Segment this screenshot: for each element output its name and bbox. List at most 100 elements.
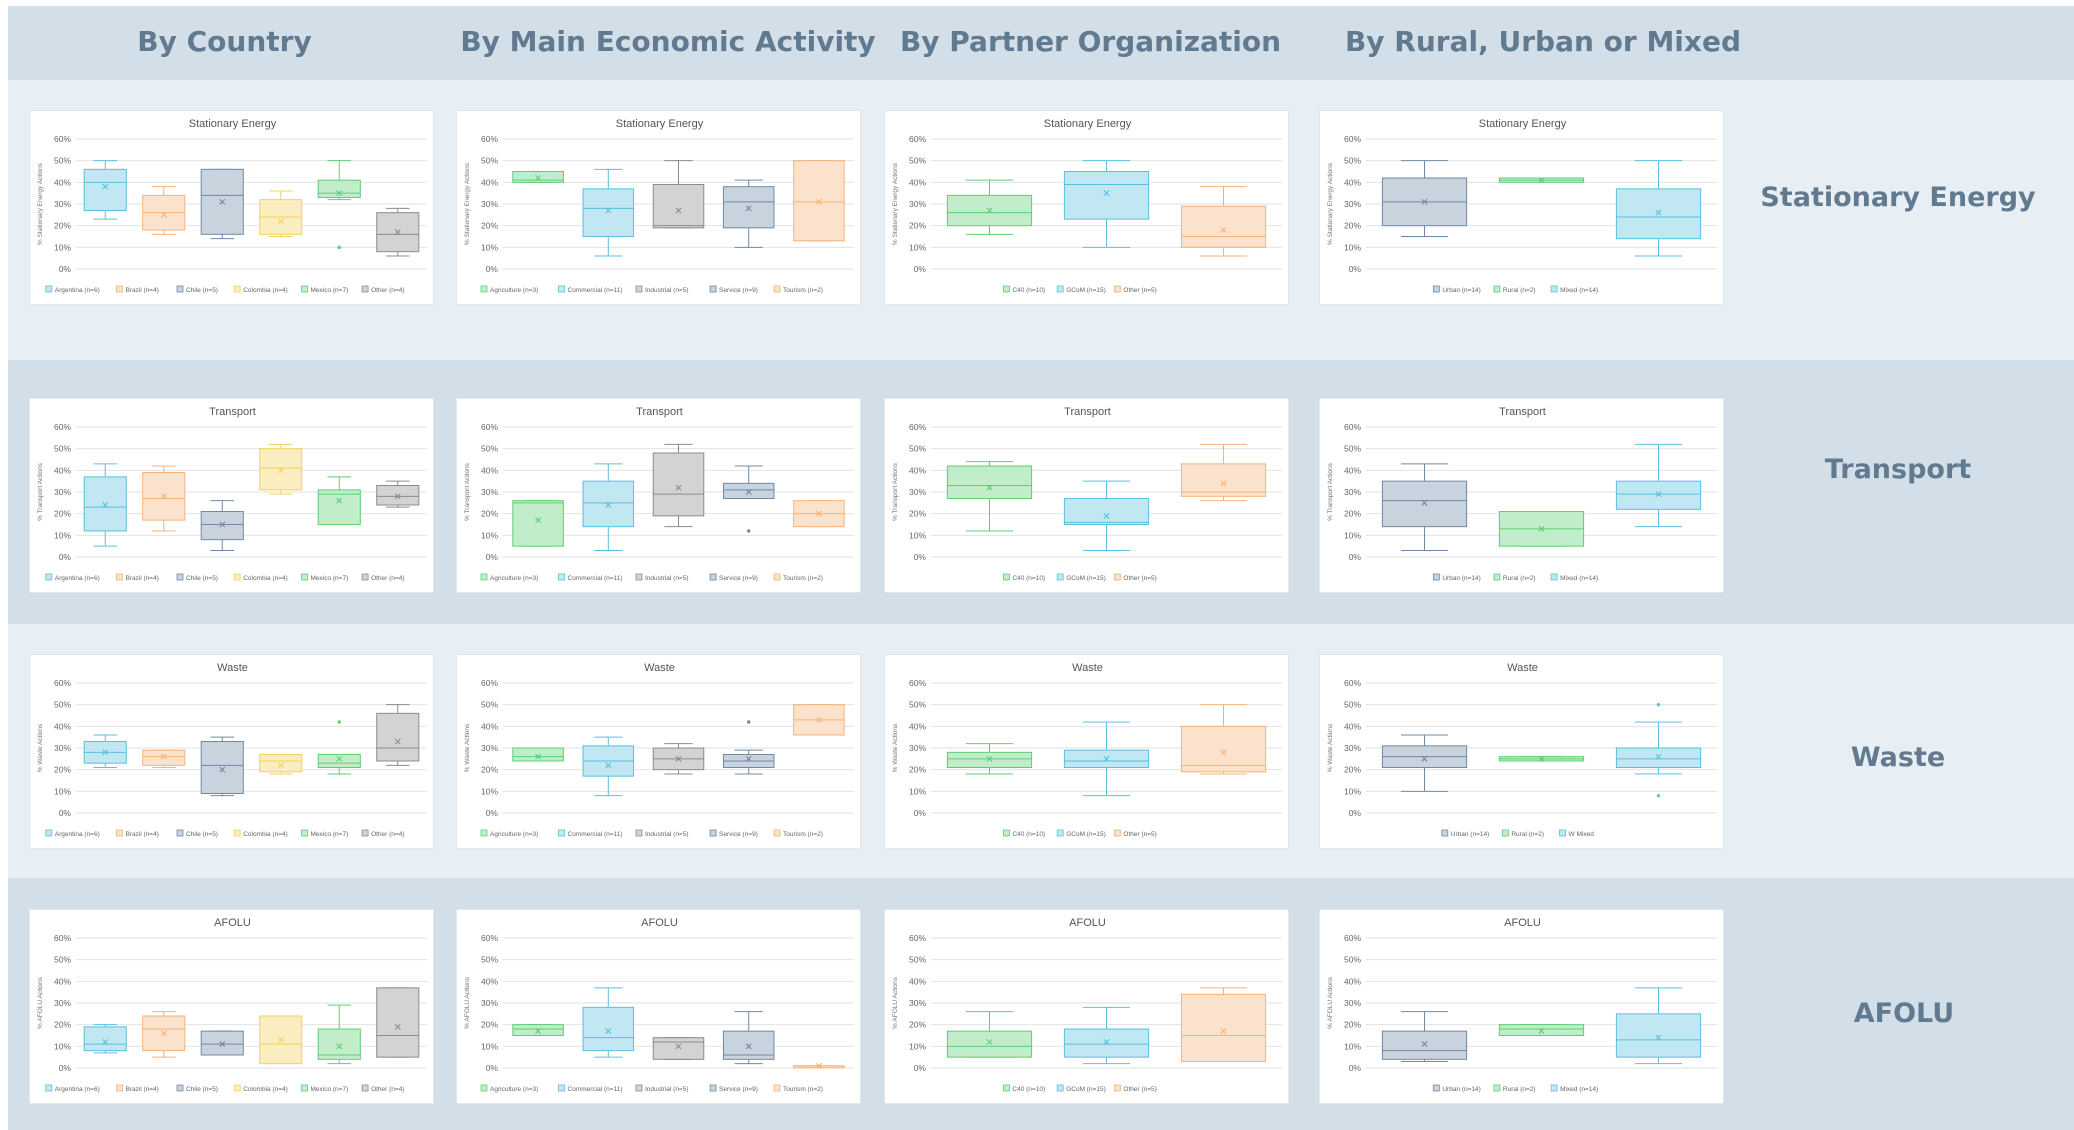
y-tick-label: 20% bbox=[909, 765, 926, 775]
box-iqr bbox=[652, 452, 705, 517]
y-tick-label: 0% bbox=[914, 1063, 927, 1073]
box-4 bbox=[722, 720, 775, 775]
chart-svg: AFOLU 0% 10% 20% 30% 40% 50% 60% % AFOLU Actions… bbox=[892, 917, 1282, 1093]
legend-swatch bbox=[361, 1084, 369, 1092]
legend-swatch bbox=[116, 285, 123, 293]
chart-svg: Stationary Energy 0% 10% 20% 30% 40% 50% 60% % S… bbox=[37, 118, 427, 294]
chart-legend: Urban (n=14) Rural (n=2) Mixed (n=14) bbox=[1432, 573, 1598, 582]
y-axis-label: % AFOLU Actions bbox=[892, 976, 899, 1028]
box-1 bbox=[512, 1024, 564, 1036]
legend-item: Mexico (n=7) bbox=[301, 1084, 349, 1093]
box-1 bbox=[512, 747, 564, 762]
legend-swatch bbox=[558, 573, 565, 581]
y-tick-label: 0% bbox=[486, 552, 499, 562]
legend-swatch bbox=[301, 573, 308, 581]
legend-item: Other (n=5) bbox=[1113, 285, 1157, 294]
box-iqr bbox=[652, 1037, 705, 1060]
row-label-afolu: AFOLU bbox=[1853, 998, 1955, 1029]
legend-label: Argentina (n=6) bbox=[55, 1086, 100, 1093]
legend-item: Rural (n=2) bbox=[1493, 1084, 1536, 1093]
legend-item: Mexico (n=7) bbox=[301, 829, 348, 838]
legend-item: Commercial (n=11) bbox=[558, 573, 623, 582]
y-tick-label: 10% bbox=[481, 786, 498, 796]
box-1 bbox=[1381, 463, 1468, 551]
legend-label: Mexico (n=7) bbox=[311, 1086, 349, 1093]
chart-legend: Argentina (n=6) Brazil (n=4) Chile (n=5) Co… bbox=[45, 573, 404, 582]
legend-item: Urban (n=14) bbox=[1432, 285, 1481, 294]
legend-label: GCoM (n=15) bbox=[1066, 831, 1106, 838]
legend-label: Chile (n=5) bbox=[186, 1086, 218, 1093]
box-iqr bbox=[512, 747, 564, 762]
chart-svg: AFOLU 0% 10% 20% 30% 40% 50% 60% % AFOLU Actions… bbox=[37, 917, 427, 1093]
y-tick-label: 10% bbox=[1344, 530, 1361, 540]
legend-swatch bbox=[1432, 1084, 1440, 1092]
y-tick-label: 50% bbox=[54, 955, 71, 965]
box-5 bbox=[793, 160, 845, 242]
y-tick-label: 30% bbox=[1344, 199, 1361, 209]
y-tick-label: 0% bbox=[486, 1063, 499, 1073]
y-tick-label: 10% bbox=[54, 530, 71, 540]
y-axis-label: % Transport Actions bbox=[892, 462, 899, 521]
chart-tr_partner: Transport 0% 10% 20% 30% 40% 50% 60% % Transport… bbox=[884, 398, 1289, 593]
legend-swatch bbox=[1003, 829, 1010, 837]
legend-swatch bbox=[1432, 285, 1440, 293]
legend-swatch bbox=[45, 573, 53, 581]
box-2 bbox=[1063, 160, 1150, 248]
y-tick-label: 10% bbox=[481, 242, 498, 252]
chart-wa_partner: Waste 0% 10% 20% 30% 40% 50% 60% % Waste Actions… bbox=[884, 654, 1289, 849]
y-tick-label: 10% bbox=[1344, 1041, 1361, 1051]
legend-label: Rural (n=2) bbox=[1503, 287, 1536, 294]
y-tick-label: 30% bbox=[909, 199, 926, 209]
legend-label: W Mixed bbox=[1569, 831, 1595, 838]
outlier-point bbox=[1656, 793, 1661, 798]
legend-item: Chile (n=5) bbox=[176, 285, 218, 294]
y-tick-label: 40% bbox=[1344, 976, 1361, 986]
legend-item: Rural (n=2) bbox=[1501, 829, 1544, 838]
y-tick-label: 40% bbox=[481, 976, 498, 986]
legend-label: Service (n=9) bbox=[719, 287, 758, 294]
y-tick-label: 10% bbox=[1344, 786, 1361, 796]
legend-swatch bbox=[480, 285, 488, 293]
legend-swatch bbox=[233, 573, 241, 581]
legend-item: Industrial (n=5) bbox=[635, 285, 689, 294]
box-iqr bbox=[376, 712, 420, 762]
y-tick-label: 10% bbox=[1344, 242, 1361, 252]
legend-label: Commercial (n=11) bbox=[568, 575, 623, 582]
outlier-point bbox=[747, 720, 751, 724]
legend-item: Colombia (n=4) bbox=[233, 285, 288, 294]
legend-label: Industrial (n=5) bbox=[645, 575, 689, 582]
chart-title: Stationary Energy bbox=[1479, 118, 1567, 130]
y-tick-label: 50% bbox=[909, 955, 926, 965]
chart-title: AFOLU bbox=[1069, 917, 1106, 929]
box-2 bbox=[1498, 1024, 1585, 1036]
legend-label: Tourism (n=2) bbox=[783, 831, 823, 838]
box-3 bbox=[1615, 702, 1702, 798]
box-iqr bbox=[512, 500, 564, 547]
row-label-transport: Transport bbox=[1824, 454, 1972, 485]
y-tick-label: 20% bbox=[1344, 765, 1361, 775]
box-iqr bbox=[200, 1030, 244, 1056]
legend-swatch bbox=[635, 829, 643, 837]
legend-item: Commercial (n=11) bbox=[558, 829, 622, 838]
box-iqr bbox=[200, 741, 244, 794]
legend-item: Agriculture (n=3) bbox=[480, 573, 538, 582]
box-2 bbox=[142, 465, 186, 532]
header-by-partner: By Partner Organization bbox=[899, 25, 1282, 58]
chart-svg: Waste 0% 10% 20% 30% 40% 50% 60% % Waste Actions… bbox=[1327, 662, 1717, 838]
legend-label: Service (n=9) bbox=[719, 831, 758, 838]
y-axis-label: % AFOLU Actions bbox=[37, 976, 44, 1028]
y-tick-label: 40% bbox=[54, 721, 71, 731]
box-3 bbox=[200, 1030, 244, 1056]
legend-item: GCoM (n=15) bbox=[1056, 1084, 1106, 1093]
legend-label: Agriculture (n=3) bbox=[490, 1086, 538, 1093]
box-iqr bbox=[582, 188, 635, 238]
legend-swatch bbox=[116, 1084, 123, 1092]
legend-swatch bbox=[480, 829, 488, 837]
legend-item: Chile (n=5) bbox=[176, 1084, 218, 1093]
legend-label: Chile (n=5) bbox=[186, 287, 218, 294]
box-4 bbox=[722, 1011, 775, 1065]
legend-label: Colombia (n=4) bbox=[243, 575, 288, 582]
y-axis-label: % Stationary Energy Actions bbox=[1327, 162, 1334, 245]
legend-label: Tourism (n=2) bbox=[783, 287, 823, 294]
legend-label: Argentina (n=6) bbox=[55, 575, 100, 582]
